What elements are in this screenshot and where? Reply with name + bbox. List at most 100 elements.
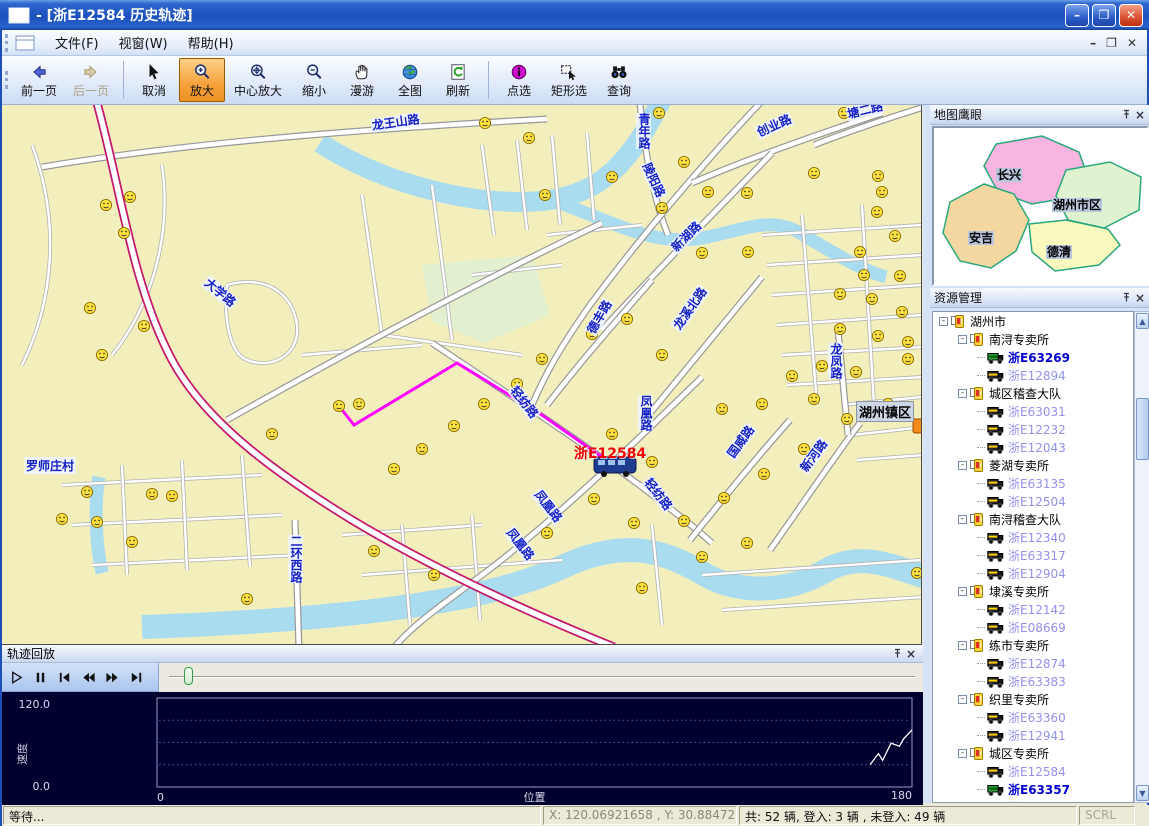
smiley-marker-icon[interactable] xyxy=(628,517,639,528)
scroll-up-icon[interactable]: ▲ xyxy=(1136,313,1149,329)
toolbar-button-globe[interactable]: 全图 xyxy=(387,58,433,102)
pin-icon[interactable] xyxy=(1119,291,1133,305)
tree-expander[interactable]: - xyxy=(958,335,967,344)
minimize-button[interactable]: – xyxy=(1065,4,1089,27)
tree-vehicle-row[interactable]: 浙E12904 xyxy=(933,564,1133,582)
map-area[interactable]: 龙王山路青年路塘二路创业路陵阳路新湖路大学路德丰路龙溪北路轻纺路凤凰路轻纺路凤凰… xyxy=(2,105,922,645)
smiley-marker-icon[interactable] xyxy=(854,246,865,257)
smiley-marker-icon[interactable] xyxy=(478,398,489,409)
smiley-marker-icon[interactable] xyxy=(808,393,819,404)
smiley-marker-icon[interactable] xyxy=(872,330,883,341)
tree-expander[interactable]: - xyxy=(958,461,967,470)
toolbar-button-pan-hand[interactable]: 漫游 xyxy=(339,58,385,102)
smiley-marker-icon[interactable] xyxy=(866,293,877,304)
child-close-button[interactable]: ✕ xyxy=(1127,36,1137,50)
smiley-marker-icon[interactable] xyxy=(511,378,522,389)
smiley-marker-icon[interactable] xyxy=(678,515,689,526)
smiley-marker-icon[interactable] xyxy=(872,170,883,181)
smiley-marker-icon[interactable] xyxy=(834,288,845,299)
toolbar-button-zoom-center[interactable]: 中心放大 xyxy=(227,58,289,102)
tree-scrollbar[interactable]: ▲ ▼ xyxy=(1134,311,1149,803)
smiley-marker-icon[interactable] xyxy=(266,428,277,439)
smiley-marker-icon[interactable] xyxy=(696,551,707,562)
smiley-marker-icon[interactable] xyxy=(84,302,95,313)
tree-vehicle-row[interactable]: 浙E08669 xyxy=(933,618,1133,636)
child-minimize-button[interactable]: – xyxy=(1090,36,1096,50)
smiley-marker-icon[interactable] xyxy=(876,186,887,197)
menu-item-2[interactable]: 帮助(H) xyxy=(178,30,244,55)
playback-slider[interactable] xyxy=(159,663,923,692)
tree-vehicle-row[interactable]: 浙E12941 xyxy=(933,726,1133,744)
close-icon[interactable]: × xyxy=(1133,291,1147,305)
close-button[interactable]: ✕ xyxy=(1119,4,1143,27)
tree-vehicle-row[interactable]: 浙E63135 xyxy=(933,474,1133,492)
tree-vehicle-row[interactable]: 浙E09387 xyxy=(933,798,1133,803)
smiley-marker-icon[interactable] xyxy=(653,107,664,118)
eagle-region-3[interactable] xyxy=(1029,220,1120,271)
smiley-marker-icon[interactable] xyxy=(894,270,905,281)
smiley-marker-icon[interactable] xyxy=(742,246,753,257)
toolbar-button-cursor[interactable]: 取消 xyxy=(131,58,177,102)
smiley-marker-icon[interactable] xyxy=(541,527,552,538)
smiley-marker-icon[interactable] xyxy=(416,443,427,454)
smiley-marker-icon[interactable] xyxy=(388,463,399,474)
smiley-marker-icon[interactable] xyxy=(858,269,869,280)
toolbar-button-refresh[interactable]: 刷新 xyxy=(435,58,481,102)
menu-item-1[interactable]: 视窗(W) xyxy=(109,30,178,55)
tree-group-row[interactable]: -织里专卖所 xyxy=(933,690,1133,708)
smiley-marker-icon[interactable] xyxy=(146,488,157,499)
smiley-marker-icon[interactable] xyxy=(911,567,922,578)
scroll-down-icon[interactable]: ▼ xyxy=(1136,785,1149,801)
tree-vehicle-row[interactable]: 浙E63269 xyxy=(933,348,1133,366)
eagle-region-2[interactable] xyxy=(943,184,1029,268)
tree-vehicle-row[interactable]: 浙E12894 xyxy=(933,366,1133,384)
tree-expander[interactable]: - xyxy=(958,389,967,398)
smiley-marker-icon[interactable] xyxy=(741,537,752,548)
tree-group-row[interactable]: -埭溪专卖所 xyxy=(933,582,1133,600)
tree-group-row[interactable]: -南浔专卖所 xyxy=(933,330,1133,348)
smiley-marker-icon[interactable] xyxy=(646,456,657,467)
resource-tree[interactable]: -湖州市-南浔专卖所浙E63269浙E12894-城区稽查大队浙E63031浙E… xyxy=(932,311,1134,803)
smiley-marker-icon[interactable] xyxy=(166,490,177,501)
smiley-marker-icon[interactable] xyxy=(902,353,913,364)
eagle-eye-map[interactable]: 长兴湖州市区安吉德清 xyxy=(932,126,1149,286)
smiley-marker-icon[interactable] xyxy=(702,186,713,197)
smiley-marker-icon[interactable] xyxy=(636,582,647,593)
playback-fast-forward-button[interactable] xyxy=(100,666,124,688)
smiley-marker-icon[interactable] xyxy=(896,306,907,317)
smiley-marker-icon[interactable] xyxy=(841,413,852,424)
playback-pause-button[interactable] xyxy=(28,666,52,688)
pin-icon[interactable] xyxy=(1119,108,1133,122)
smiley-marker-icon[interactable] xyxy=(850,366,861,377)
tree-group-row[interactable]: -练市专卖所 xyxy=(933,636,1133,654)
tree-vehicle-row[interactable]: 浙E12340 xyxy=(933,528,1133,546)
smiley-marker-icon[interactable] xyxy=(838,107,849,118)
tree-vehicle-row[interactable]: 浙E12584 xyxy=(933,762,1133,780)
tree-expander[interactable]: - xyxy=(958,749,967,758)
playback-play-button[interactable] xyxy=(4,666,28,688)
playback-rewind-button[interactable] xyxy=(76,666,100,688)
toolbar-button-binoculars[interactable]: 查询 xyxy=(596,58,642,102)
smiley-marker-icon[interactable] xyxy=(902,336,913,347)
tree-expander[interactable]: - xyxy=(958,587,967,596)
smiley-marker-icon[interactable] xyxy=(448,420,459,431)
smiley-marker-icon[interactable] xyxy=(586,328,597,339)
smiley-marker-icon[interactable] xyxy=(100,199,111,210)
tree-vehicle-row[interactable]: 浙E12142 xyxy=(933,600,1133,618)
child-window-icon[interactable] xyxy=(15,35,35,51)
smiley-marker-icon[interactable] xyxy=(588,493,599,504)
smiley-marker-icon[interactable] xyxy=(606,171,617,182)
smiley-marker-icon[interactable] xyxy=(91,516,102,527)
smiley-marker-icon[interactable] xyxy=(656,202,667,213)
child-restore-button[interactable]: ❐ xyxy=(1106,36,1117,50)
smiley-marker-icon[interactable] xyxy=(656,349,667,360)
tree-expander[interactable]: - xyxy=(939,317,948,326)
tree-vehicle-row[interactable]: 浙E63383 xyxy=(933,672,1133,690)
smiley-marker-icon[interactable] xyxy=(606,428,617,439)
tree-vehicle-row[interactable]: 浙E63317 xyxy=(933,546,1133,564)
slider-track[interactable] xyxy=(169,676,915,678)
smiley-marker-icon[interactable] xyxy=(523,132,534,143)
scroll-thumb[interactable] xyxy=(1136,398,1149,460)
playback-step-end-button[interactable] xyxy=(124,666,148,688)
smiley-marker-icon[interactable] xyxy=(696,247,707,258)
